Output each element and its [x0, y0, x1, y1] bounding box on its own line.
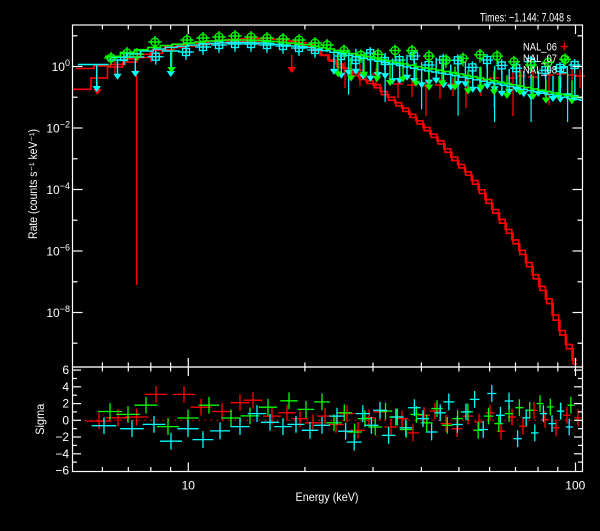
svg-text:NAL_07: NAL_07: [523, 53, 557, 65]
svg-text:10: 10: [182, 479, 196, 493]
svg-text:100: 100: [565, 479, 585, 493]
svg-text:2: 2: [62, 397, 69, 411]
svg-text:6: 6: [62, 363, 69, 377]
svg-text:−4: −4: [55, 447, 69, 461]
svg-text:−6: −6: [55, 464, 69, 478]
svg-text:NAL_06: NAL_06: [523, 42, 557, 54]
svg-text:Times: −1.144: 7.048 s: Times: −1.144: 7.048 s: [480, 11, 571, 25]
svg-text:Sigma: Sigma: [33, 404, 47, 435]
svg-text:NAL_08: NAL_08: [523, 65, 557, 77]
svg-text:Rate (counts s⁻¹ keV⁻¹): Rate (counts s⁻¹ keV⁻¹): [28, 129, 40, 239]
svg-text:0: 0: [62, 413, 69, 427]
svg-text:−2: −2: [55, 430, 69, 444]
svg-text:4: 4: [62, 380, 69, 394]
svg-text:Energy (keV): Energy (keV): [296, 490, 359, 504]
